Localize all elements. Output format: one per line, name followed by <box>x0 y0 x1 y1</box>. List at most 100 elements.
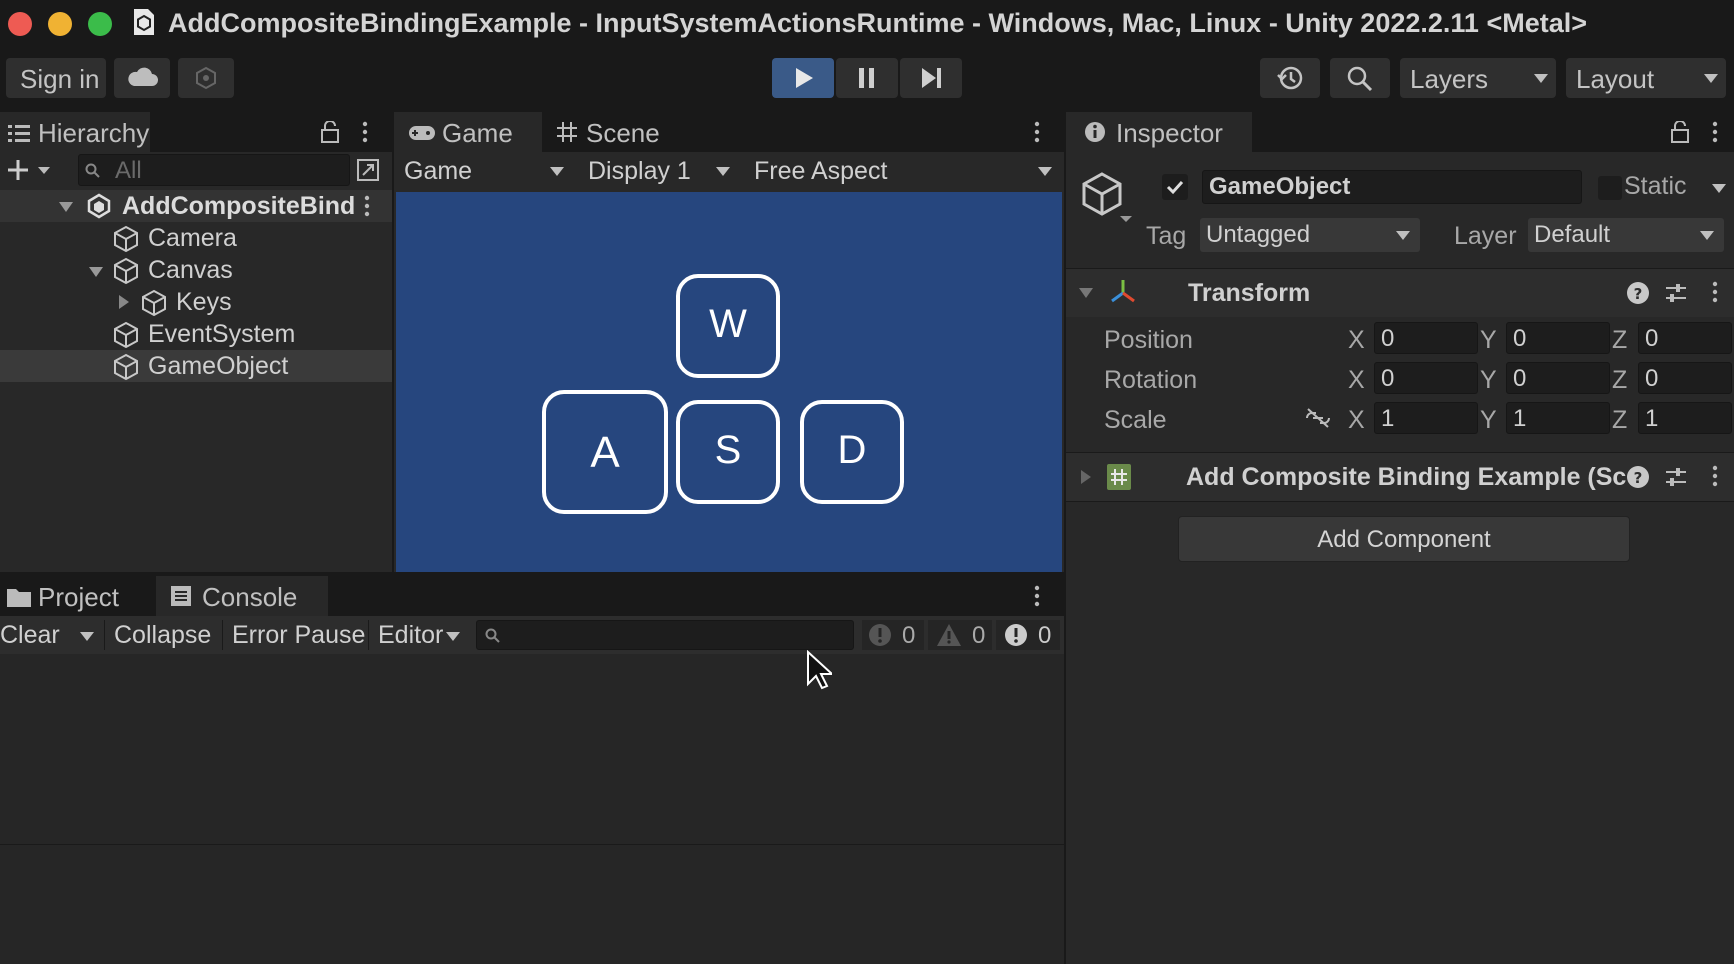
add-component-button[interactable]: Add Component <box>1178 516 1630 562</box>
more-options-icon[interactable] <box>1032 585 1042 607</box>
active-checkbox[interactable] <box>1162 174 1188 200</box>
tab-console-label: Console <box>202 582 298 612</box>
gameobject-cube-icon <box>112 257 140 285</box>
collapsed-arrow-icon[interactable] <box>118 294 130 310</box>
more-options-icon[interactable] <box>1032 121 1042 143</box>
hash-grid-icon <box>556 121 578 143</box>
lock-icon[interactable] <box>320 121 340 143</box>
clear-button[interactable]: Clear <box>0 621 60 650</box>
cloud-icon <box>126 66 158 88</box>
position-y-value: 0 <box>1513 325 1527 352</box>
collapsed-arrow-icon[interactable] <box>1080 469 1092 485</box>
more-options-icon[interactable] <box>1710 465 1720 487</box>
hierarchy-item-gameobject[interactable]: GameObject <box>0 350 392 382</box>
step-button[interactable] <box>900 58 962 98</box>
more-options-icon[interactable] <box>360 121 370 143</box>
tab-project[interactable]: Project <box>0 576 152 616</box>
scene-row[interactable]: AddCompositeBind <box>0 190 392 222</box>
tab-hierarchy-label: Hierarchy <box>38 118 150 148</box>
more-options-icon[interactable] <box>1710 281 1720 303</box>
chevron-down-icon <box>550 167 564 176</box>
minimize-window-button[interactable] <box>48 12 72 36</box>
tag-dropdown[interactable]: Untagged <box>1200 218 1420 252</box>
editor-dropdown[interactable]: Editor <box>372 616 466 654</box>
hierarchy-item-eventsystem[interactable]: EventSystem <box>0 318 392 350</box>
expand-arrow-icon[interactable] <box>58 201 74 213</box>
hierarchy-item-keys[interactable]: Keys <box>0 286 392 318</box>
rotation-y-field[interactable]: 0 <box>1506 362 1610 394</box>
info-filter-toggle[interactable]: 0 <box>862 620 924 650</box>
script-component-header[interactable]: Add Composite Binding Example (Sc ? <box>1066 453 1734 501</box>
tab-console[interactable]: Console <box>156 576 328 616</box>
axis-x-label: X <box>1348 326 1365 354</box>
expand-arrow-icon[interactable] <box>88 266 104 278</box>
position-z-field[interactable]: 0 <box>1638 322 1732 354</box>
info-icon <box>1084 121 1106 143</box>
collab-button[interactable] <box>178 58 234 98</box>
display-dropdown[interactable]: Display 1 <box>580 154 740 188</box>
view-mode-dropdown[interactable]: Game <box>394 154 574 188</box>
axis-z-label: Z <box>1612 406 1628 434</box>
object-name-field[interactable]: GameObject <box>1202 170 1582 204</box>
cloud-button[interactable] <box>114 58 170 98</box>
script-component-title: Add Composite Binding Example (Sc <box>1186 463 1627 491</box>
sign-in-button[interactable]: Sign in <box>6 58 106 98</box>
aspect-label: Free Aspect <box>754 157 888 185</box>
undo-history-button[interactable] <box>1260 58 1320 98</box>
scale-z-field[interactable]: 1 <box>1638 402 1732 434</box>
add-object-button[interactable] <box>6 158 56 182</box>
error-pause-button[interactable]: Error Pause <box>232 621 365 650</box>
inspector-panel: Inspector GameObject Static Tag Untagged… <box>1066 112 1734 964</box>
scale-x-field[interactable]: 1 <box>1374 402 1478 434</box>
transform-header[interactable]: Transform ? <box>1066 269 1734 317</box>
presets-icon[interactable] <box>1664 281 1688 305</box>
rotation-x-field[interactable]: 0 <box>1374 362 1478 394</box>
close-window-button[interactable] <box>8 12 32 36</box>
hierarchy-item-camera[interactable]: Camera <box>0 222 392 254</box>
rotation-z-field[interactable]: 0 <box>1638 362 1732 394</box>
tab-hierarchy[interactable]: Hierarchy <box>0 112 150 152</box>
tab-game-label: Game <box>442 118 513 148</box>
more-options-icon[interactable] <box>1710 121 1720 143</box>
folder-icon <box>6 586 32 608</box>
more-options-icon[interactable] <box>362 195 372 217</box>
chevron-down-icon[interactable] <box>1712 184 1726 193</box>
scene-visibility-icon[interactable] <box>356 158 380 182</box>
hierarchy-item-canvas[interactable]: Canvas <box>0 254 392 286</box>
scale-y-field[interactable]: 1 <box>1506 402 1610 434</box>
console-log-list[interactable] <box>0 654 1064 844</box>
position-x-field[interactable]: 0 <box>1374 322 1478 354</box>
scale-x-value: 1 <box>1381 405 1395 432</box>
layer-dropdown[interactable]: Default <box>1528 218 1724 252</box>
chevron-down-icon <box>1700 231 1714 240</box>
collapse-button[interactable]: Collapse <box>114 621 211 650</box>
game-viewport[interactable]: W A S D <box>396 192 1062 572</box>
key-w-label: W <box>709 302 747 346</box>
position-y-field[interactable]: 0 <box>1506 322 1610 354</box>
mouse-cursor-icon <box>806 650 832 690</box>
aspect-dropdown[interactable]: Free Aspect <box>746 154 1062 188</box>
zoom-window-button[interactable] <box>88 12 112 36</box>
static-checkbox[interactable] <box>1598 176 1622 200</box>
help-icon[interactable]: ? <box>1626 281 1650 305</box>
expand-arrow-icon[interactable] <box>1078 287 1094 299</box>
clear-options-chevron-icon[interactable] <box>80 632 94 641</box>
tab-inspector[interactable]: Inspector <box>1066 112 1252 152</box>
help-icon[interactable]: ? <box>1626 465 1650 489</box>
lock-icon[interactable] <box>1670 121 1690 143</box>
scene-name: AddCompositeBind <box>122 192 356 220</box>
tab-scene[interactable]: Scene <box>544 112 692 152</box>
presets-icon[interactable] <box>1664 465 1688 489</box>
console-search-input[interactable] <box>476 620 854 650</box>
tab-game[interactable]: Game <box>394 112 542 152</box>
layout-dropdown[interactable]: Layout <box>1566 58 1726 98</box>
search-icon <box>485 628 501 644</box>
hierarchy-search-input[interactable]: All <box>78 154 350 186</box>
constrain-proportions-icon[interactable] <box>1304 406 1332 430</box>
play-button[interactable] <box>772 58 834 98</box>
warning-filter-toggle[interactable]: 0 <box>928 620 992 650</box>
layers-dropdown[interactable]: Layers <box>1400 58 1556 98</box>
error-filter-toggle[interactable]: 0 <box>996 620 1060 650</box>
search-button[interactable] <box>1330 58 1390 98</box>
pause-button[interactable] <box>836 58 898 98</box>
